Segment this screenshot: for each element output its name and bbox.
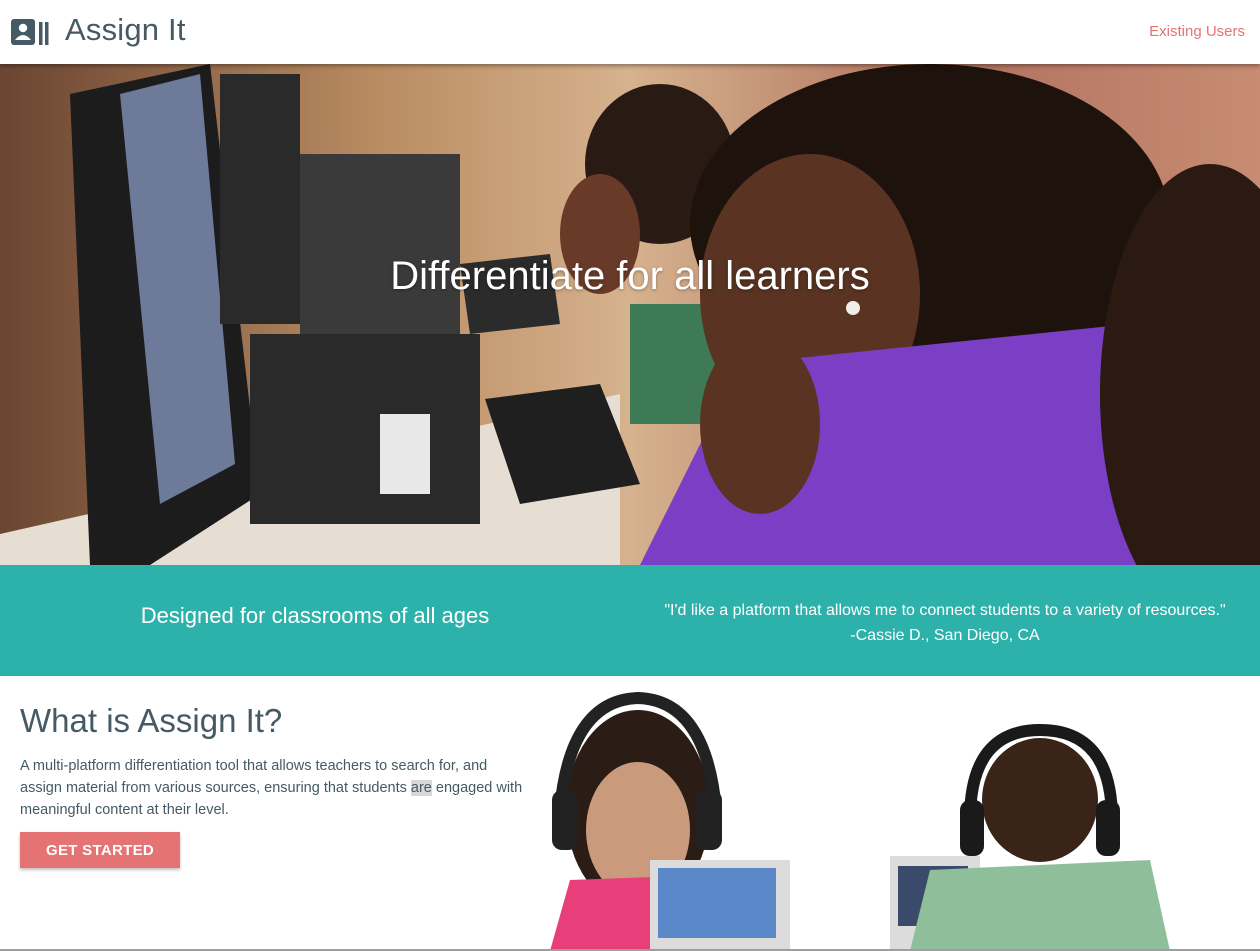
contact-card-icon[interactable]: [11, 19, 49, 45]
get-started-button[interactable]: GET STARTED: [20, 832, 180, 868]
hero-section: Differentiate for all learners: [0, 64, 1260, 565]
selected-text: are: [410, 780, 432, 796]
brand-title[interactable]: Assign It: [65, 12, 186, 48]
students-at-computers-photo: [0, 64, 1260, 565]
testimonial-band: Designed for classrooms of all ages "I'd…: [0, 565, 1260, 676]
kids-with-headphones-photo: [530, 690, 1260, 951]
hero-title: Differentiate for all learners: [390, 254, 870, 298]
testimonial-quote: "I'd like a platform that allows me to c…: [630, 598, 1260, 648]
top-navbar: Assign It Existing Users: [0, 0, 1260, 64]
quote-author: -Cassie D., San Diego, CA: [850, 627, 1040, 644]
existing-users-link[interactable]: Existing Users: [1149, 23, 1245, 40]
about-title: What is Assign It?: [20, 702, 283, 739]
about-description: A multi-platform differentiation tool th…: [20, 755, 525, 821]
band-tagline: Designed for classrooms of all ages: [140, 603, 490, 628]
quote-text: "I'd like a platform that allows me to c…: [664, 602, 1226, 619]
